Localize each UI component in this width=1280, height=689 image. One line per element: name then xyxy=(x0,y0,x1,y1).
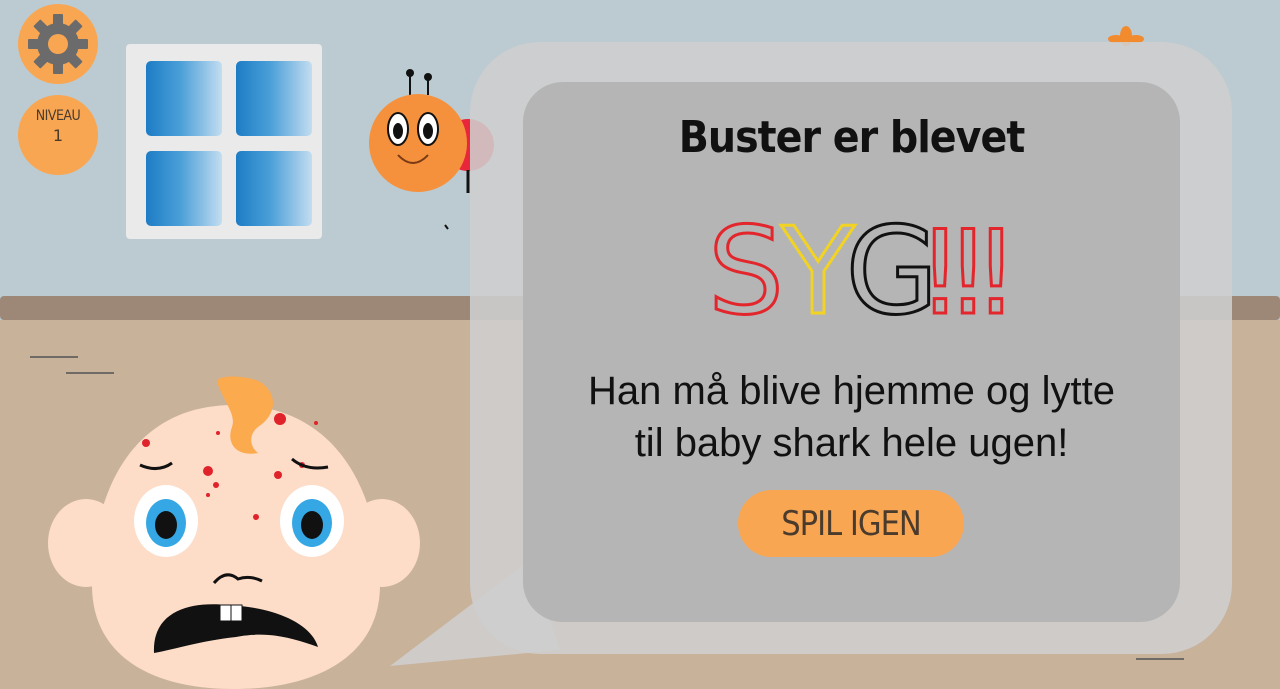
headline-letter: S xyxy=(708,203,784,325)
dialog-title: Buster er blevet xyxy=(678,112,1026,163)
sick-headline: SYG!!! xyxy=(706,202,1020,326)
dialog-message-line-1: Han må blive hjemme og lytte xyxy=(588,369,1115,413)
headline-letter: ! xyxy=(973,206,1020,325)
headline-letter: Y xyxy=(780,203,855,325)
dialog-message-line-2: til baby shark hele ugen! xyxy=(634,421,1069,465)
play-again-button[interactable]: SPIL IGEN xyxy=(738,490,964,557)
dialog-message: Han må blive hjemme og lytte til baby sh… xyxy=(523,365,1180,469)
